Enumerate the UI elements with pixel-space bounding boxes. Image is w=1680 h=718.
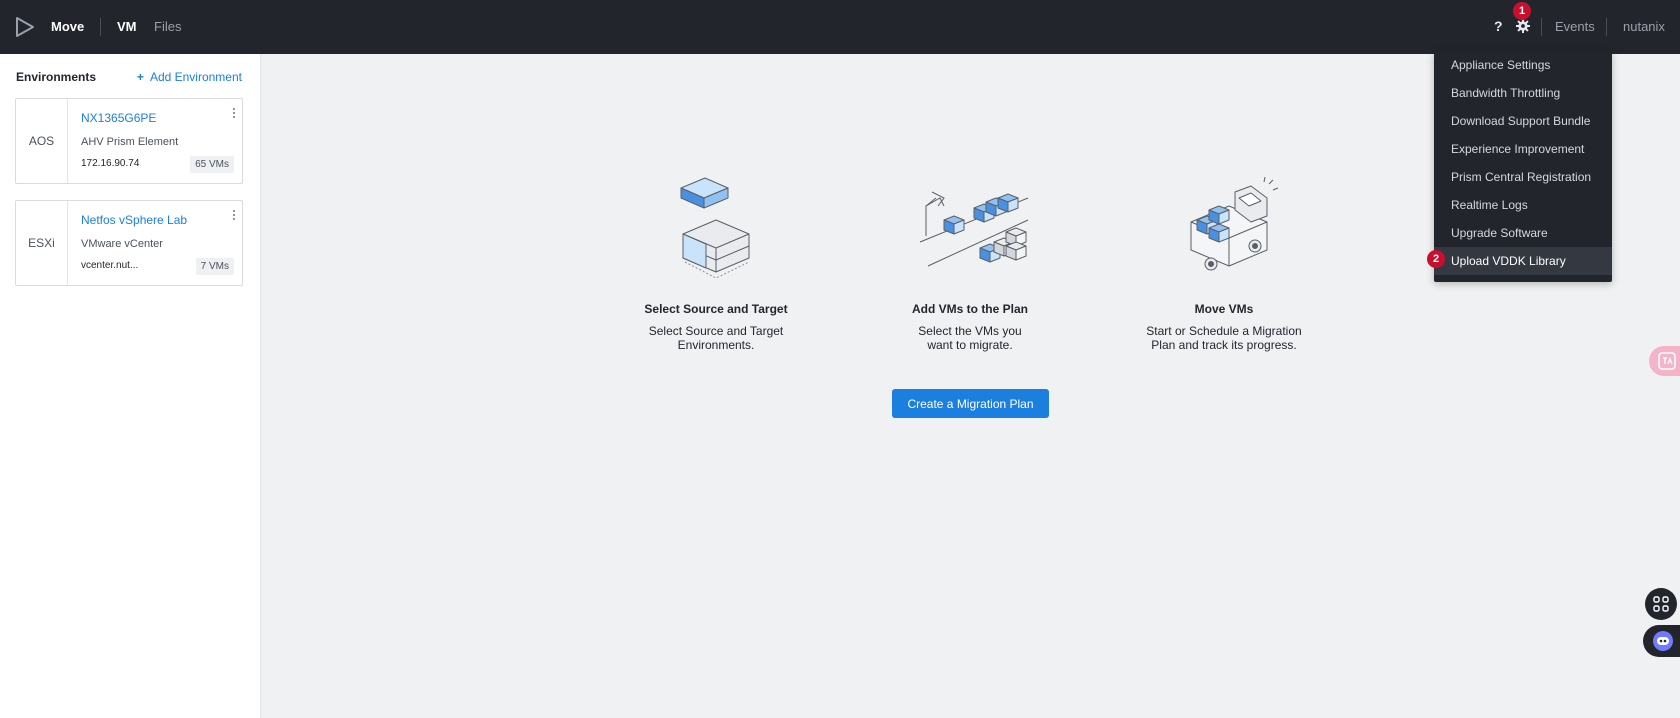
nav-tab-vm[interactable]: VM [117, 19, 137, 34]
assistant-icon [1653, 631, 1673, 651]
kebab-icon[interactable] [232, 209, 236, 221]
vm-count-badge: 7 VMs [195, 258, 234, 275]
apps-icon [1653, 596, 1669, 612]
environments-sidebar: Environments + Add Environment AOS NX1365… [0, 54, 261, 718]
help-button[interactable]: ? [1494, 18, 1503, 34]
events-link[interactable]: Events [1555, 19, 1595, 34]
environment-name[interactable]: Netfos vSphere Lab [81, 213, 187, 227]
menu-item-appliance-settings[interactable]: Appliance Settings [1434, 51, 1612, 79]
apps-widget[interactable] [1645, 588, 1677, 620]
step-description: Select Source and Target Environments. [648, 324, 784, 352]
divider [100, 18, 101, 36]
translate-icon [1658, 352, 1676, 370]
source-target-illustration [680, 177, 750, 279]
menu-item-realtime-logs[interactable]: Realtime Logs [1434, 191, 1612, 219]
settings-dropdown-menu: Appliance Settings Bandwidth Throttling … [1434, 51, 1612, 282]
gear-icon[interactable] [1515, 18, 1531, 34]
step-badge-2: 2 [1427, 250, 1445, 268]
create-migration-plan-button[interactable]: Create a Migration Plan [892, 389, 1049, 418]
environment-card-aos[interactable]: AOS NX1365G6PE AHV Prism Element 172.16.… [15, 98, 243, 184]
divider [1606, 18, 1607, 36]
environment-subtype: VMware vCenter [81, 238, 163, 250]
step-title: Add VMs to the Plan [911, 302, 1028, 316]
user-menu[interactable]: nutanix [1623, 19, 1665, 34]
plus-icon: + [136, 70, 144, 84]
environments-title: Environments [16, 70, 97, 84]
step-badge-1: 1 [1513, 2, 1531, 20]
step-title: Move VMs [1194, 302, 1254, 316]
add-environment-button[interactable]: + Add Environment [137, 70, 242, 84]
step-title: Select Source and Target [644, 302, 788, 316]
step-description: Select the VMs you want to migrate. [918, 324, 1022, 352]
menu-item-bandwidth-throttling[interactable]: Bandwidth Throttling [1434, 79, 1612, 107]
step-add-vms: Add VMs to the Plan Select the VMs you wa… [875, 176, 1065, 352]
translate-widget[interactable] [1649, 346, 1680, 376]
environment-type: AOS [16, 99, 68, 183]
step-select-source-target: Select Source and Target Select Source a… [621, 176, 811, 352]
add-vms-illustration [919, 191, 1029, 267]
nav-tab-files[interactable]: Files [154, 19, 181, 34]
vm-count-badge: 65 VMs [190, 156, 234, 173]
menu-item-upgrade-software[interactable]: Upgrade Software [1434, 219, 1612, 247]
app-name: Move [51, 19, 85, 34]
environment-card-esxi[interactable]: ESXi Netfos vSphere Lab VMware vCenter v… [15, 200, 243, 286]
move-vms-illustration [1190, 176, 1279, 271]
top-bar: Move VM Files ? 1 Events nutanix [0, 0, 1680, 54]
kebab-icon[interactable] [232, 107, 236, 119]
divider [1541, 18, 1542, 36]
step-move-vms: Move VMs Start or Schedule a Migration Pl… [1129, 176, 1319, 352]
move-logo-icon[interactable] [14, 16, 36, 38]
menu-item-upload-vddk-library[interactable]: Upload VDDK Library [1434, 247, 1612, 275]
environment-subtype: AHV Prism Element [81, 136, 179, 148]
environment-address: 172.16.90.74 [81, 158, 140, 169]
menu-item-experience-improvement[interactable]: Experience Improvement [1434, 135, 1612, 163]
add-environment-label: Add Environment [149, 70, 242, 84]
environment-address: vcenter.nut... [81, 260, 139, 271]
environment-type: ESXi [16, 201, 68, 285]
menu-item-prism-central-registration[interactable]: Prism Central Registration [1434, 163, 1612, 191]
environment-name[interactable]: NX1365G6PE [81, 111, 156, 125]
menu-item-download-support-bundle[interactable]: Download Support Bundle [1434, 107, 1612, 135]
step-description: Start or Schedule a Migration Plan and tr… [1146, 324, 1302, 352]
assistant-widget[interactable] [1643, 625, 1680, 657]
